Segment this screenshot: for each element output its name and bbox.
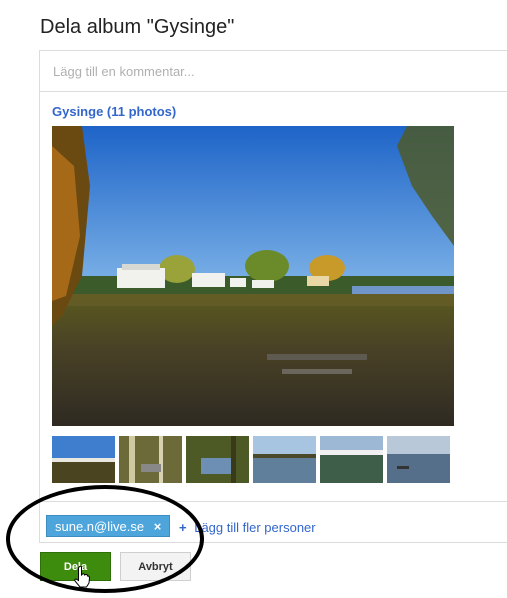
recipient-chip[interactable]: sune.n@live.se ×	[46, 515, 171, 537]
cancel-button[interactable]: Avbryt	[120, 552, 191, 581]
plus-icon: +	[179, 520, 187, 535]
photo-thumbnail[interactable]	[253, 436, 316, 483]
divider	[40, 501, 507, 502]
add-more-people-label: Lägg till fler personer	[194, 520, 316, 535]
photo-thumbnail[interactable]	[186, 436, 249, 483]
share-panel: Lägg till en kommentar... Gysinge (11 ph…	[39, 50, 507, 543]
dialog-title: Dela album "Gysinge"	[40, 16, 235, 38]
close-icon[interactable]: ×	[154, 519, 162, 534]
hand-pointer-icon	[74, 565, 91, 593]
album-link[interactable]: Gysinge (11 photos)	[52, 104, 176, 119]
photo-thumbnail[interactable]	[320, 436, 383, 483]
album-cover-photo	[52, 126, 454, 426]
photo-thumbnail-strip	[52, 436, 462, 483]
photo-thumbnail[interactable]	[387, 436, 450, 483]
recipient-email: sune.n@live.se	[55, 519, 145, 534]
photo-thumbnail[interactable]	[119, 436, 182, 483]
comment-input[interactable]: Lägg till en kommentar...	[40, 51, 507, 92]
add-more-people-link[interactable]: + Lägg till fler personer	[179, 520, 316, 535]
photo-thumbnail[interactable]	[52, 436, 115, 483]
